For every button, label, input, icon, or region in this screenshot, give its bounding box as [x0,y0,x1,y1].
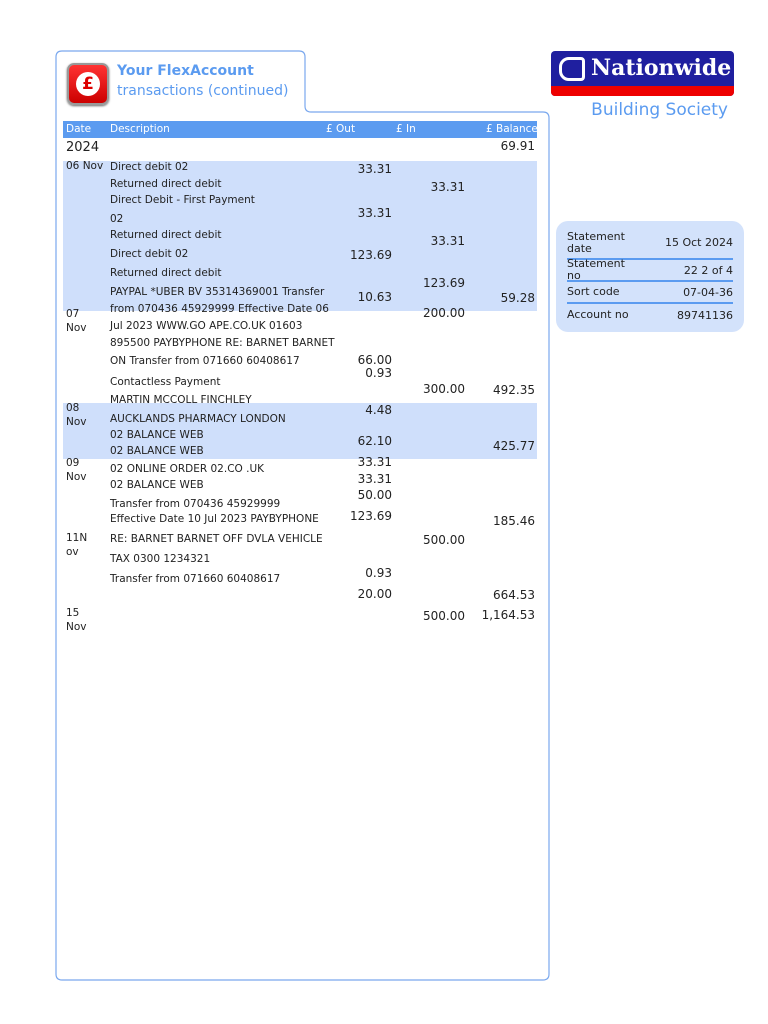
description: AUCKLANDS PHARMACY LONDON [110,413,286,425]
description: ON Transfer from 071660 60408617 [110,355,300,367]
amount-out: 50.00 [357,488,392,502]
description: Direct debit 02 [110,248,189,260]
date: Nov [66,621,87,633]
amount-out: 33.31 [357,455,392,469]
amount-out: 62.10 [357,434,392,448]
date: Nov [66,471,87,483]
date: 15 [66,607,80,619]
pound-icon: £ [67,63,109,105]
description: 02 BALANCE WEB [110,429,204,441]
nationwide-logo: Nationwide [551,51,734,96]
description: Returned direct debit [110,267,222,279]
amount-in: 200.00 [423,306,465,320]
balance: 425.77 [493,439,535,453]
amount-out: 0.93 [365,566,392,580]
col-in: £ In [396,123,416,135]
opening-balance: 69.91 [500,139,535,153]
info-row: Statement no 22 2 of 4 [567,257,733,282]
col-date: Date [66,123,92,135]
amount-in: 33.31 [430,180,465,194]
amount-out: 123.69 [350,509,392,523]
description: 895500 PAYBYPHONE RE: BARNET BARNET [110,337,335,349]
description: 02 ONLINE ORDER 02.CO .UK [110,463,265,475]
balance: 185.46 [493,514,535,528]
brand-subtitle: Building Society [591,100,728,120]
description: 02 BALANCE WEB [110,445,204,457]
info-row: Account no 89741136 [567,308,733,322]
balance: 492.35 [493,383,535,397]
amount-in: 33.31 [430,234,465,248]
description: Effective Date 10 Jul 2023 PAYBYPHONE [110,513,319,525]
description: Transfer from 070436 45929999 [110,498,281,510]
balance: 1,164.53 [481,608,535,622]
description: Contactless Payment [110,376,221,388]
date: Nov [66,322,87,334]
description: MARTIN MCCOLL FINCHLEY [110,394,252,406]
col-description: Description [110,123,170,135]
amount-out: 123.69 [350,248,392,262]
date: Nov [66,416,87,428]
col-balance: £ Balance [486,123,538,135]
year: 2024 [66,140,100,155]
description: Returned direct debit [110,229,222,241]
date: ov [66,546,79,558]
date: 11N [66,532,88,544]
amount-in: 500.00 [423,533,465,547]
description: Direct Debit - First Payment [110,194,255,206]
date: 09 [66,457,80,469]
amount-out: 20.00 [357,587,392,601]
description: RE: BARNET BARNET OFF DVLA VEHICLE [110,533,323,545]
amount-out: 33.31 [357,472,392,486]
amount-out: 33.31 [357,206,392,220]
house-key-icon [559,57,585,81]
balance: 59.28 [500,291,535,305]
date: 06 Nov [66,160,104,172]
page-title: Your FlexAccount [117,63,254,79]
description: 02 [110,213,124,225]
description: PAYPAL *UBER BV 35314369001 Transfer [110,286,325,298]
description: from 070436 45929999 Effective Date 06 [110,303,329,315]
col-out: £ Out [326,123,356,135]
date: 08 [66,402,80,414]
info-row: Statement date 15 Oct 2024 [567,227,733,260]
description: Transfer from 071660 60408617 [110,573,281,585]
date: 07 [66,308,80,320]
description: Returned direct debit [110,178,222,190]
amount-out: 33.31 [357,162,392,176]
amount-in: 123.69 [423,276,465,290]
amount-in: 300.00 [423,382,465,396]
description: TAX 0300 1234321 [110,553,211,565]
description: Jul 2023 WWW.GO APE.CO.UK 01603 [110,320,303,332]
description: 02 BALANCE WEB [110,479,204,491]
statement-info-box: Statement date 15 Oct 2024 Statement no 22… [556,221,744,332]
page-subtitle: transactions (continued) [117,83,289,99]
info-row: Sort code 07-04-36 [567,282,733,304]
amount-out: 4.48 [365,403,392,417]
amount-out: 0.93 [365,366,392,380]
amount-out: 66.00 [357,353,392,367]
balance: 664.53 [493,588,535,602]
amount-in: 500.00 [423,609,465,623]
amount-out: 10.63 [357,290,392,304]
description: Direct debit 02 [110,161,189,173]
